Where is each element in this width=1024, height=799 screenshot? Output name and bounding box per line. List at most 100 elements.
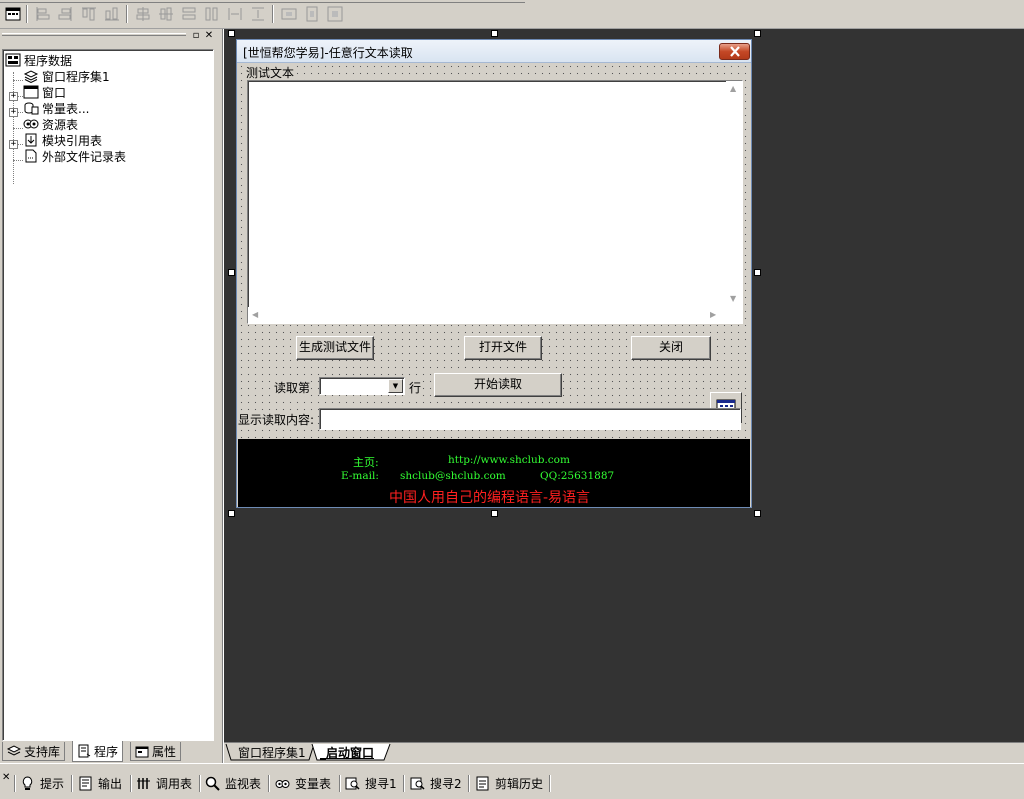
resize-handle[interactable]	[491, 30, 498, 37]
scroll-down-icon[interactable]: ▼	[730, 294, 736, 303]
vertical-scrollbar[interactable]: ▲ ▼	[726, 81, 742, 307]
call-table-icon	[137, 777, 150, 789]
tab-output[interactable]: 输出	[78, 774, 122, 792]
tree-root[interactable]: 程序数据	[5, 52, 72, 68]
tab-variable-table[interactable]: 变量表	[275, 774, 331, 792]
center-in-window-v-button[interactable]	[303, 5, 321, 23]
close-button[interactable]: 关闭	[631, 336, 711, 360]
space-vertical-button[interactable]	[249, 5, 267, 23]
resize-handle[interactable]	[228, 30, 235, 37]
align-left-button[interactable]	[34, 5, 52, 23]
window-close-button[interactable]	[719, 43, 750, 60]
tree-item-label: 外部文件记录表	[42, 149, 127, 164]
line-number-combo[interactable]: ▼	[319, 377, 405, 395]
tree-item-class[interactable]: 窗口程序集1	[23, 68, 110, 84]
tab-call-table[interactable]: 调用表	[136, 774, 192, 792]
align-bottom-button[interactable]	[103, 5, 121, 23]
tree-connector	[13, 160, 23, 161]
space-horizontal-button[interactable]	[226, 5, 244, 23]
start-read-button[interactable]: 开始读取	[434, 373, 562, 397]
read-line-suffix-label: 行	[409, 379, 422, 396]
tab-label: 支持库	[24, 744, 61, 759]
test-text-editor[interactable]: ▲ ▼ ◀ ▶	[247, 80, 743, 324]
tab-watch-table[interactable]: 监视表	[205, 774, 261, 792]
tree-item-resources[interactable]: 资源表	[23, 116, 78, 132]
tree-expander[interactable]: +	[9, 140, 18, 149]
resize-handle[interactable]	[491, 510, 498, 517]
tab-search-1[interactable]: 搜寻1	[345, 774, 397, 792]
email-address: shclub@shclub.com	[400, 470, 506, 482]
tree-item-label: 常量表...	[42, 101, 90, 116]
center-vertical-button[interactable]	[157, 5, 175, 23]
tree-item-window[interactable]: 窗口	[23, 84, 66, 100]
horizontal-scrollbar[interactable]: ◀ ▶	[248, 307, 726, 323]
window-layout-button[interactable]	[4, 5, 22, 23]
resize-handle[interactable]	[228, 269, 235, 276]
designed-window[interactable]: [世恒帮您学易]-任意行文本读取 测试文本 ▲ ▼ ◀ ▶ 生成测试文件 打开文…	[236, 39, 752, 508]
tab-startup-window[interactable]: _启动窗口	[312, 744, 382, 762]
search-results-icon	[410, 777, 425, 790]
read-line-prefix-label: 读取第	[274, 379, 311, 396]
tree-item-label: 窗口	[42, 85, 67, 100]
tree-item-module-refs[interactable]: 模块引用表	[23, 132, 102, 148]
external-file-icon	[25, 149, 37, 163]
window-client-area: 测试文本 ▲ ▼ ◀ ▶ 生成测试文件 打开文件 关闭 读取第 ▼ 行 开始读取…	[238, 63, 750, 439]
resource-table-icon	[23, 119, 39, 129]
center-in-window-h-button[interactable]	[280, 5, 298, 23]
space-horizontal-icon	[228, 8, 242, 20]
align-top-button[interactable]	[80, 5, 98, 23]
tree-item-constants[interactable]: 常量表...	[23, 100, 89, 116]
tab-properties[interactable]: 属性	[130, 742, 182, 761]
center-in-window-button[interactable]	[326, 5, 344, 23]
tree-root-label: 程序数据	[24, 53, 73, 68]
tab-label: 搜寻2	[430, 776, 462, 791]
same-width-button[interactable]	[180, 5, 198, 23]
center-vertical-icon	[159, 7, 173, 21]
same-height-button[interactable]	[203, 5, 221, 23]
bottom-bar-close[interactable]: ✕	[2, 772, 10, 783]
panel-restore-button[interactable]: ▫	[190, 30, 202, 42]
resize-handle[interactable]	[754, 269, 761, 276]
tab-window-class[interactable]: 窗口程序集1	[230, 744, 314, 762]
panel-grip[interactable]	[2, 33, 186, 36]
email-label: E-mail:	[341, 470, 379, 482]
result-text-field[interactable]	[319, 408, 741, 430]
tab-support-library[interactable]: 支持库	[2, 742, 66, 761]
window-titlebar[interactable]: [世恒帮您学易]-任意行文本读取	[237, 40, 751, 63]
tab-hint[interactable]: 提示	[20, 774, 64, 792]
search-results-icon	[345, 777, 360, 790]
left-panel-tabs: 支持库 程序 属性	[0, 741, 218, 763]
tab-program[interactable]: 程序	[72, 741, 124, 762]
tab-label: 输出	[98, 776, 123, 791]
center-horizontal-button[interactable]	[134, 5, 152, 23]
chevron-down-icon[interactable]: ▼	[388, 379, 403, 393]
layers-icon	[23, 70, 39, 83]
scroll-left-icon[interactable]: ◀	[252, 310, 258, 319]
align-right-button[interactable]	[56, 5, 74, 23]
tree-connector	[13, 128, 23, 129]
scroll-right-icon[interactable]: ▶	[710, 310, 716, 319]
tab-label: 程序	[94, 744, 119, 759]
resize-handle[interactable]	[754, 510, 761, 517]
tab-label: 属性	[152, 744, 177, 759]
resize-handle[interactable]	[228, 510, 235, 517]
center-in-window-v-icon	[306, 6, 318, 22]
toolbar-separator	[339, 775, 341, 792]
open-file-button[interactable]: 打开文件	[464, 336, 542, 360]
menu-divider	[0, 0, 525, 3]
resize-handle[interactable]	[754, 30, 761, 37]
panel-close-button[interactable]: ✕	[203, 30, 215, 42]
generate-test-file-button[interactable]: 生成测试文件	[296, 336, 374, 360]
program-tree[interactable]: 程序数据 + 窗口程序集1 + 窗口 常量表... + 资源表 模块引用表 外部…	[2, 49, 214, 741]
same-height-icon	[205, 7, 218, 21]
tab-clipboard-history[interactable]: 剪辑历史	[475, 774, 543, 792]
tree-expander[interactable]: +	[9, 108, 18, 117]
toolbar-separator	[549, 775, 551, 792]
scroll-up-icon[interactable]: ▲	[730, 84, 736, 93]
properties-icon	[135, 746, 149, 758]
tab-search-2[interactable]: 搜寻2	[410, 774, 462, 792]
tree-item-external-files[interactable]: 外部文件记录表	[23, 148, 126, 164]
tree-expander[interactable]: +	[9, 92, 18, 101]
variable-table-icon	[275, 779, 290, 788]
toolbar-separator	[199, 775, 201, 792]
